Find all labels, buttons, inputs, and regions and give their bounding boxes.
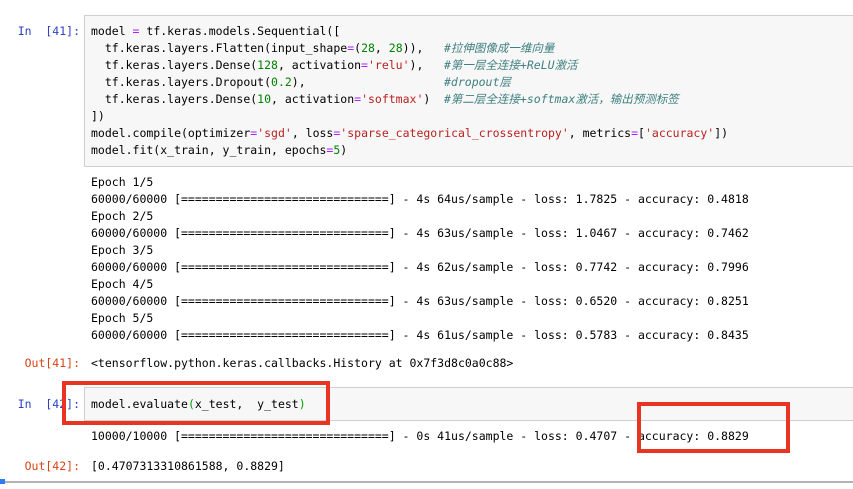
code-token: , activation — [278, 58, 361, 72]
code-token: model.fit(x_train, y_train, epochs — [91, 143, 326, 157]
code-token: , loss — [292, 126, 334, 140]
code-token: tf.keras.layers.Flatten(input_shape — [91, 41, 347, 55]
code-token: , — [375, 41, 389, 55]
code-token: model.compile(optimizer — [91, 126, 250, 140]
output-prompt-41: Out[41]: — [0, 355, 80, 372]
code-token: tf.keras.layers.Dense( — [91, 58, 257, 72]
code-comment: #dropout层 — [444, 74, 511, 91]
code-line: tf.keras.layers.Flatten(input_shape=(28,… — [91, 40, 853, 57]
code-token: 'relu' — [368, 58, 410, 72]
code-token: ) — [423, 92, 430, 106]
code-token: tf.keras.models.Sequential([ — [139, 24, 340, 38]
code-line: tf.keras.layers.Dense(10, activation='so… — [91, 91, 853, 108]
code-line: tf.keras.layers.Dense(128, activation='r… — [91, 57, 853, 74]
output-line: 60000/60000 [===========================… — [91, 191, 749, 208]
output-value-42: [0.4707313310861588, 0.8829] — [91, 458, 285, 475]
code-token: = — [361, 58, 368, 72]
code-line: model.fit(x_train, y_train, epochs=5) — [91, 142, 853, 159]
annotation-rect-evaluate — [62, 381, 330, 425]
code-token: )), — [403, 41, 424, 55]
output-line: 60000/60000 [===========================… — [91, 259, 749, 276]
horizontal-scrollbar-track[interactable] — [0, 481, 853, 483]
output-line: Epoch 5/5 — [91, 310, 749, 327]
output-line: 60000/60000 [===========================… — [91, 225, 749, 242]
code-token: 128 — [257, 58, 278, 72]
output-line: Epoch 2/5 — [91, 208, 749, 225]
code-line: model = tf.keras.models.Sequential([ — [91, 23, 853, 40]
code-token: , metrics — [569, 126, 631, 140]
input-prompt-41: In [41]: — [0, 23, 80, 40]
code-editor-41[interactable]: model = tf.keras.models.Sequential([ tf.… — [85, 16, 853, 159]
output-prompt-42: Out[42]: — [0, 458, 80, 475]
output-line: Epoch 1/5 — [91, 174, 749, 191]
code-token: 'softmax' — [361, 92, 423, 106]
code-token: 10 — [257, 92, 271, 106]
code-token: 'accuracy' — [645, 126, 714, 140]
code-comment: #拉伸图像成一维向量 — [444, 40, 554, 57]
code-token: 28 — [361, 41, 375, 55]
output-line: Epoch 3/5 — [91, 242, 749, 259]
code-token: = — [631, 126, 638, 140]
code-token: tf.keras.layers.Dropout( — [91, 75, 271, 89]
code-token: ]) — [714, 126, 728, 140]
output-line: 60000/60000 [===========================… — [91, 327, 749, 344]
output-line: Epoch 4/5 — [91, 276, 749, 293]
code-line: tf.keras.layers.Dropout(0.2), #dropout层 — [91, 74, 853, 91]
code-token: ), — [410, 58, 424, 72]
code-token: 'sgd' — [257, 126, 292, 140]
output-line: 60000/60000 [===========================… — [91, 293, 749, 310]
code-token: ]) — [91, 109, 105, 123]
code-token: 28 — [389, 41, 403, 55]
annotation-rect-accuracy — [637, 402, 790, 453]
code-line: model.compile(optimizer='sgd', loss='spa… — [91, 125, 853, 142]
code-token: , activation — [271, 92, 354, 106]
code-token: ), — [292, 75, 306, 89]
code-token: [ — [638, 126, 645, 140]
output-value-41: <tensorflow.python.keras.callbacks.Histo… — [91, 355, 513, 372]
code-token: 'sparse_categorical_crossentropy' — [340, 126, 568, 140]
code-token: model — [91, 24, 133, 38]
code-comment: #第二层全连接+softmax激活，输出预测标签 — [444, 91, 679, 108]
code-token: 0.2 — [271, 75, 292, 89]
code-token: tf.keras.layers.Dense( — [91, 92, 257, 106]
code-cell-41[interactable]: model = tf.keras.models.Sequential([ tf.… — [84, 15, 853, 167]
code-line: ]) — [91, 108, 853, 125]
horizontal-scrollbar-thumb[interactable] — [0, 479, 5, 484]
code-comment: #第一层全连接+ReLU激活 — [444, 57, 578, 74]
code-token: ) — [340, 143, 347, 157]
training-log-output: Epoch 1/560000/60000 [==================… — [91, 174, 749, 344]
